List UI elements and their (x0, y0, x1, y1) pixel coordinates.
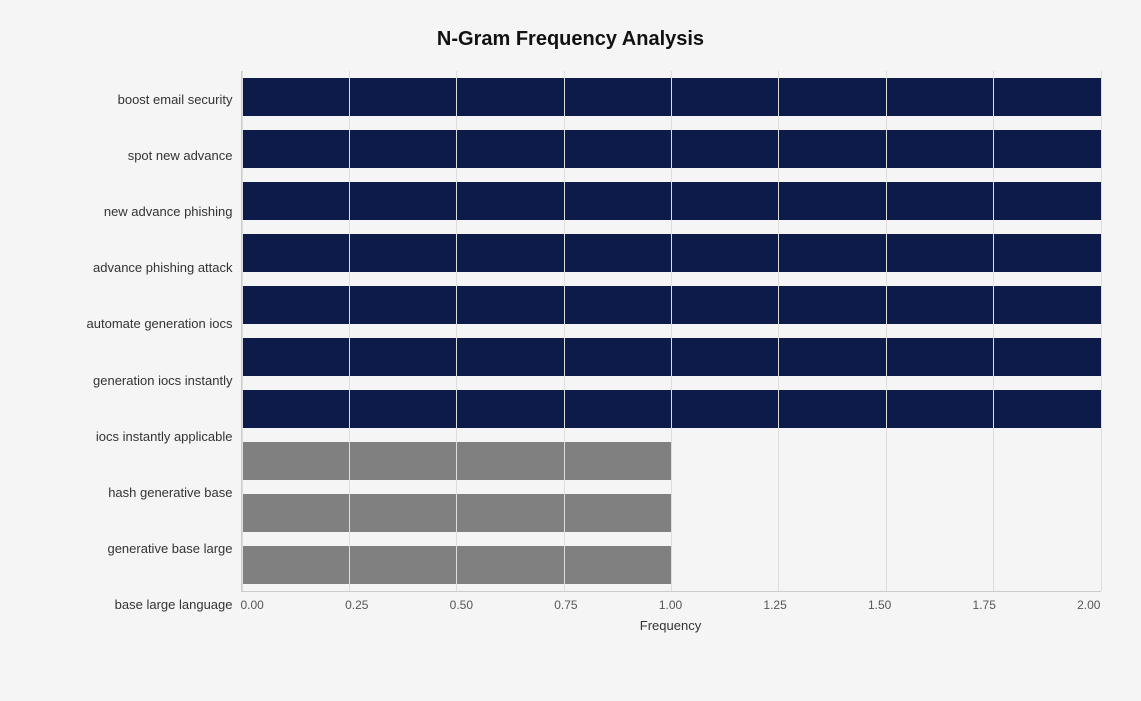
chart-container: N-Gram Frequency Analysis boost email se… (21, 8, 1121, 693)
x-tick: 1.50 (868, 598, 891, 612)
y-label: generation iocs instantly (41, 354, 233, 406)
y-label: spot new advance (41, 129, 233, 181)
y-label: boost email security (41, 73, 233, 125)
y-label: advance phishing attack (41, 242, 233, 294)
grid-line (456, 71, 457, 591)
grid-line (993, 71, 994, 591)
grid-line (349, 71, 350, 591)
x-axis-label: Frequency (241, 618, 1101, 633)
x-tick: 2.00 (1077, 598, 1100, 612)
x-axis: 0.00 0.25 0.50 0.75 1.00 1.25 1.50 1.75 2.00 (241, 591, 1101, 612)
x-tick: 0.50 (450, 598, 473, 612)
grid-line (778, 71, 779, 591)
x-tick: 1.25 (763, 598, 786, 612)
x-tick: 1.75 (973, 598, 996, 612)
chart-area: boost email securityspot new advancenew … (41, 71, 1101, 633)
x-tick: 0.75 (554, 598, 577, 612)
y-axis: boost email securityspot new advancenew … (41, 71, 241, 633)
grid-line (671, 71, 672, 591)
chart-title: N-Gram Frequency Analysis (41, 28, 1101, 51)
grid-line (564, 71, 565, 591)
y-label: new advance phishing (41, 185, 233, 237)
x-tick: 0.00 (241, 598, 264, 612)
y-label: iocs instantly applicable (41, 410, 233, 462)
bars-section (241, 71, 1101, 591)
grid-line (886, 71, 887, 591)
grid-line (1101, 71, 1102, 591)
x-tick: 0.25 (345, 598, 368, 612)
y-label: hash generative base (41, 466, 233, 518)
x-tick: 1.00 (659, 598, 682, 612)
grid-line (242, 71, 243, 591)
bars-and-x: 0.00 0.25 0.50 0.75 1.00 1.25 1.50 1.75 2.00 Fre… (241, 71, 1101, 633)
y-label: automate generation iocs (41, 298, 233, 350)
y-label: generative base large (41, 523, 233, 575)
y-label: base large language (41, 579, 233, 631)
